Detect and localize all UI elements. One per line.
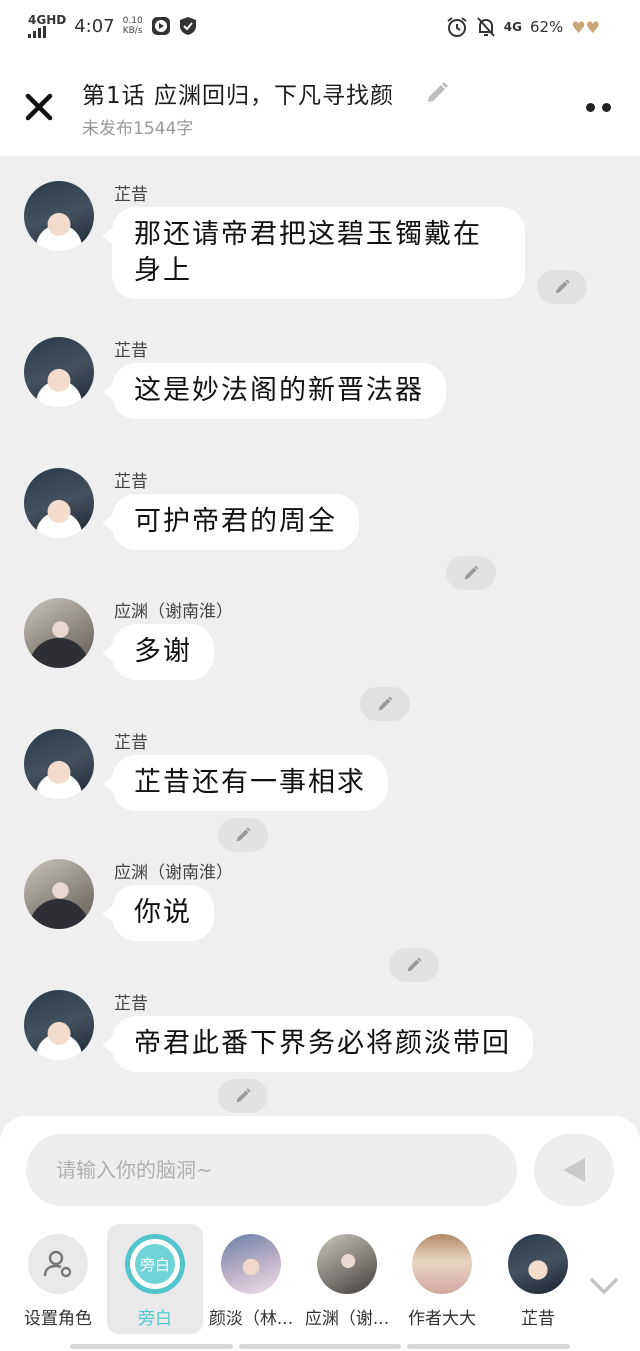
edit-message-button[interactable] — [360, 687, 410, 721]
more-dot-icon — [586, 102, 595, 112]
message-bubble[interactable]: 你说 — [102, 885, 214, 941]
person-settings-icon — [28, 1234, 88, 1294]
status-right: 4G 62% ♥♥ — [446, 16, 600, 38]
pencil-icon — [236, 827, 251, 842]
message-bubble[interactable]: 可护帝君的周全 — [102, 494, 359, 550]
editor-header: 第1话 应渊回归，下凡寻找颜 未发布1544字 — [0, 56, 640, 156]
pencil-icon[interactable] — [424, 80, 450, 106]
avatar[interactable] — [24, 729, 94, 799]
sender-name: 应渊（谢南淮） — [114, 863, 233, 883]
chat-list[interactable]: 芷昔 那还请帝君把这碧玉镯戴在身上 芷昔 这是妙法阁的新晋法器 芷昔 可护帝君的… — [0, 156, 640, 1245]
more-dot-icon — [602, 102, 611, 112]
pencil-icon — [555, 279, 570, 294]
send-icon — [563, 1158, 585, 1182]
notifications-off-icon — [477, 17, 495, 37]
sender-name: 芷昔 — [114, 733, 148, 753]
sender-name: 应渊（谢南淮） — [114, 602, 233, 622]
clock: 4:07 — [74, 15, 115, 37]
edit-message-button[interactable] — [389, 948, 439, 982]
avatar[interactable] — [24, 598, 94, 668]
edit-message-button[interactable] — [537, 270, 587, 304]
narrator-badge-text: 旁白 — [135, 1244, 175, 1284]
battery-level: 62% — [529, 18, 564, 36]
scroll-indicator — [70, 1344, 571, 1349]
edit-message-button[interactable] — [446, 556, 496, 590]
sender-name: 芷昔 — [114, 341, 148, 361]
avatar — [412, 1234, 472, 1294]
message-bubble[interactable]: 这是妙法阁的新晋法器 — [102, 363, 446, 419]
role-setup[interactable]: 设置角色 — [10, 1224, 106, 1334]
play-app-icon — [151, 17, 170, 35]
avatar[interactable] — [24, 859, 94, 929]
avatar — [221, 1234, 281, 1294]
network-type-right: 4G — [503, 20, 522, 34]
network-speed-value: 0.10 — [122, 16, 143, 26]
signal-indicator: 4GHD — [28, 14, 66, 38]
pencil-icon — [407, 957, 422, 972]
role-label: 设置角色 — [24, 1309, 92, 1329]
avatar[interactable] — [24, 990, 94, 1060]
composer-panel: 设置角色 旁白 旁白 颜淡（林... 应渊（谢... 作者大大 芷昔 — [0, 1116, 640, 1351]
chapter-title[interactable]: 第1话 应渊回归，下凡寻找颜 — [82, 76, 394, 110]
network-type: 4GHD — [28, 13, 67, 27]
role-label: 颜淡（林... — [208, 1309, 294, 1329]
network-speed-unit: KB/s — [122, 26, 143, 36]
role-narrator[interactable]: 旁白 旁白 — [107, 1224, 203, 1334]
shield-icon — [179, 17, 196, 35]
pencil-icon — [236, 1088, 251, 1103]
status-left: 4GHD 4:07 0.10 KB/s — [28, 14, 197, 38]
message-bubble[interactable]: 帝君此番下界务必将颜淡带回 — [102, 1016, 533, 1072]
message-bubble[interactable]: 那还请帝君把这碧玉镯戴在身上 — [102, 207, 525, 299]
message-input[interactable] — [26, 1134, 517, 1206]
role-author[interactable]: 作者大大 — [394, 1224, 490, 1334]
pencil-icon — [464, 565, 479, 580]
narrator-badge: 旁白 — [125, 1234, 185, 1294]
sender-name: 芷昔 — [114, 994, 148, 1014]
alarm-icon — [447, 17, 467, 37]
avatar — [317, 1234, 377, 1294]
heart-battery-icon: ♥♥ — [571, 17, 600, 37]
role-label: 旁白 — [138, 1309, 172, 1329]
sender-name: 芷昔 — [114, 472, 148, 492]
edit-message-button[interactable] — [218, 1079, 268, 1113]
message-bubble[interactable]: 多谢 — [102, 624, 214, 680]
chevron-down-icon[interactable] — [588, 1276, 620, 1296]
role-yingyuan[interactable]: 应渊（谢... — [299, 1224, 395, 1334]
more-options-button[interactable] — [586, 100, 616, 114]
role-label: 应渊（谢... — [304, 1309, 390, 1329]
close-icon[interactable] — [22, 90, 56, 124]
role-yandan[interactable]: 颜淡（林... — [203, 1224, 299, 1334]
status-bar: 4GHD 4:07 0.10 KB/s 4G 62% ♥♥ — [0, 0, 640, 56]
avatar — [508, 1234, 568, 1294]
avatar[interactable] — [24, 468, 94, 538]
signal-bars-icon — [28, 26, 66, 38]
message-bubble[interactable]: 芷昔还有一事相求 — [102, 755, 388, 811]
role-zhixi[interactable]: 芷昔 — [490, 1224, 586, 1334]
word-count-status: 未发布1544字 — [82, 119, 194, 139]
network-speed: 0.10 KB/s — [123, 16, 143, 36]
role-label: 芷昔 — [521, 1309, 555, 1329]
send-button[interactable] — [534, 1134, 614, 1206]
role-label: 作者大大 — [408, 1309, 476, 1329]
pencil-icon — [378, 696, 393, 711]
edit-message-button[interactable] — [218, 818, 268, 852]
sender-name: 芷昔 — [114, 185, 148, 205]
avatar[interactable] — [24, 337, 94, 407]
avatar[interactable] — [24, 181, 94, 251]
role-selector: 设置角色 旁白 旁白 颜淡（林... 应渊（谢... 作者大大 芷昔 — [0, 1224, 640, 1344]
